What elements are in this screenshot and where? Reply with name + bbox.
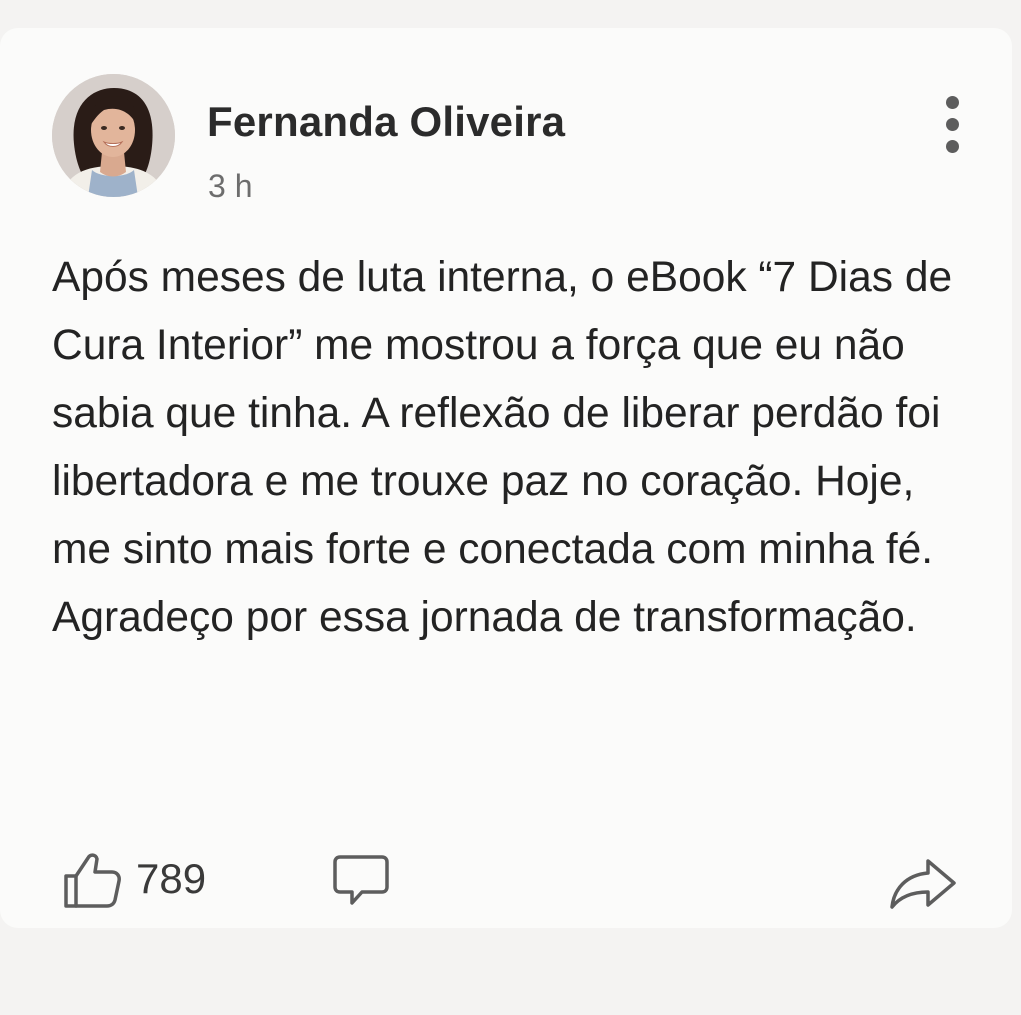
post-card: Fernanda Oliveira 3 h Após meses de luta…	[0, 28, 1012, 928]
avatar-photo	[52, 74, 175, 197]
comment-icon	[333, 855, 389, 905]
like-count: 789	[136, 855, 207, 902]
avatar[interactable]	[52, 74, 175, 197]
post-text: Após meses de luta interna, o eBook “7 D…	[52, 254, 953, 641]
more-dot	[946, 140, 959, 153]
like-button[interactable]: 789	[62, 849, 206, 909]
post-actions: 789	[0, 843, 1012, 913]
thumbs-up-icon	[64, 853, 121, 908]
more-options-button[interactable]	[935, 94, 971, 156]
comment-button[interactable]	[330, 849, 392, 916]
share-arrow-icon	[890, 859, 956, 909]
more-dot	[946, 118, 959, 131]
post-timestamp: 3 h	[208, 168, 253, 204]
more-vertical-icon	[946, 96, 959, 109]
author-name[interactable]: Fernanda Oliveira	[207, 98, 565, 146]
share-button[interactable]	[888, 855, 960, 916]
